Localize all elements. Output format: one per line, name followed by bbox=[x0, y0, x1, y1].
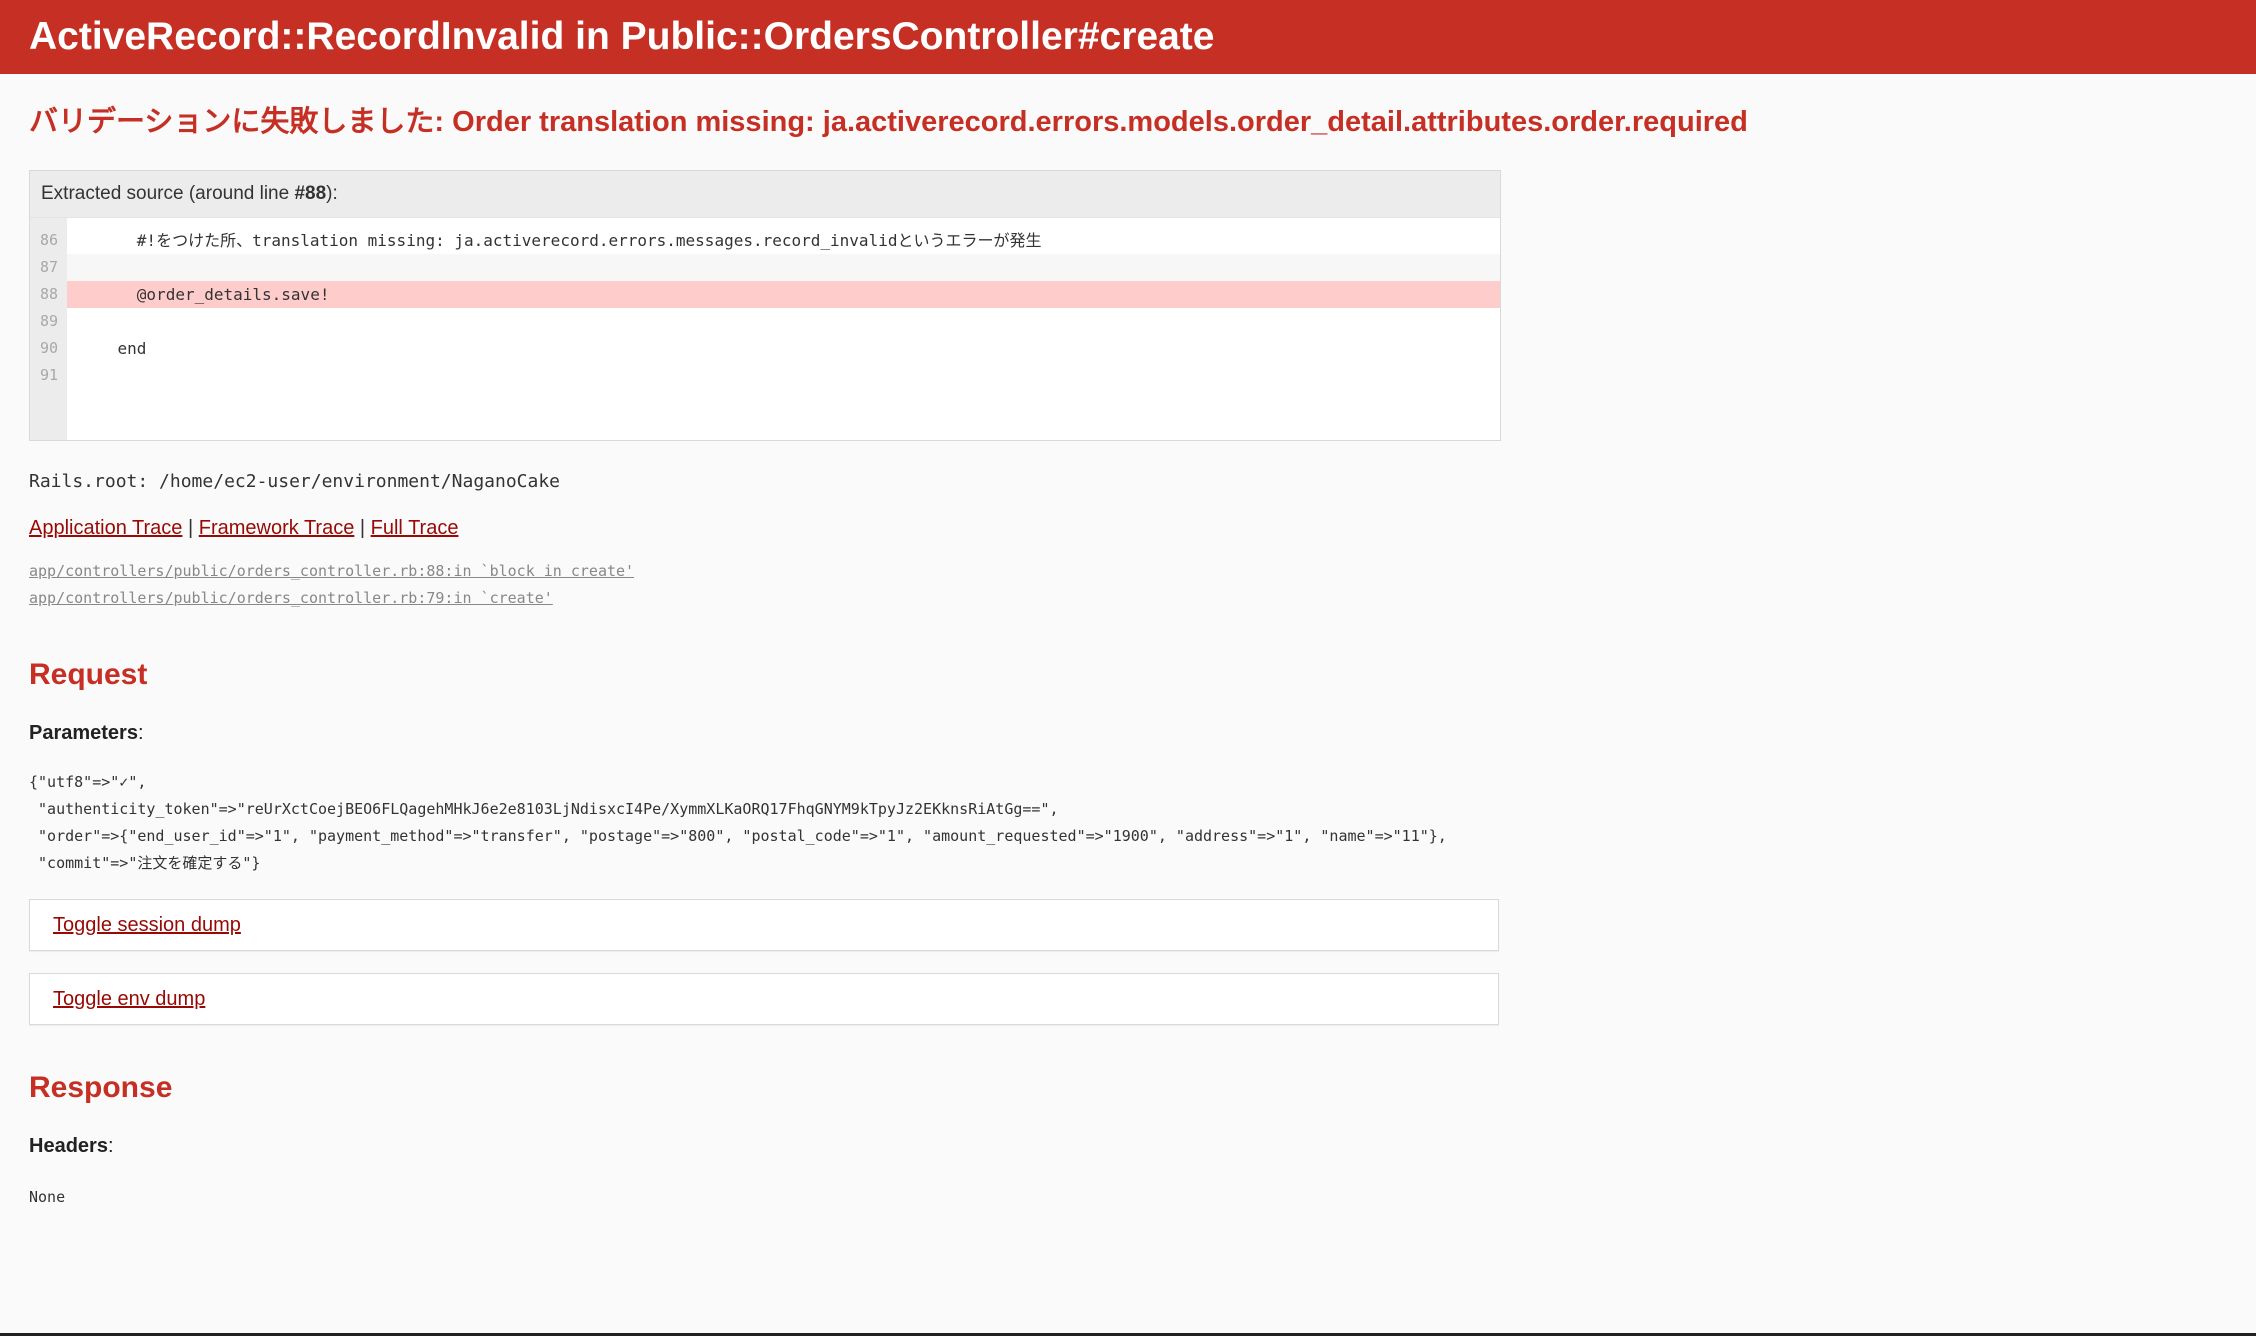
session-dump-box: Toggle session dump bbox=[29, 899, 1499, 951]
exception-message: バリデーションに失敗しました: Order translation missin… bbox=[29, 106, 1748, 138]
rails-root: Rails.root: /home/ec2-user/environment/N… bbox=[29, 471, 561, 492]
source-body: 86 87 88 89 90 91 #!をつけた所、translation mi… bbox=[30, 218, 1500, 440]
line-number: 86 bbox=[40, 231, 59, 249]
trace-item-link[interactable]: app/controllers/public/orders_controller… bbox=[29, 589, 553, 607]
params-line: "commit"=>"注文を確定する"} bbox=[29, 854, 261, 872]
trace-item: app/controllers/public/orders_controller… bbox=[29, 585, 2227, 612]
trace-separator: | bbox=[182, 517, 199, 539]
code-line: end bbox=[79, 339, 147, 358]
params-line: "authenticity_token"=>"reUrXctCoejBEO6FL… bbox=[29, 800, 1059, 818]
source-info-suffix: ): bbox=[326, 183, 338, 204]
toggle-session-dump-link[interactable]: Toggle session dump bbox=[53, 914, 241, 937]
source-info-prefix: Extracted source (around line bbox=[41, 183, 295, 204]
line-number: 87 bbox=[40, 258, 59, 276]
code-lines: #!をつけた所、translation missing: ja.activere… bbox=[67, 218, 1500, 440]
params-line: {"utf8"=>"✓", bbox=[29, 773, 147, 791]
line-number: 89 bbox=[40, 312, 59, 330]
code-line: #!をつけた所、translation missing: ja.activere… bbox=[79, 231, 1042, 250]
headers-label: Headers: bbox=[29, 1135, 114, 1157]
full-trace-link[interactable]: Full Trace bbox=[371, 517, 459, 539]
trace-separator: | bbox=[354, 517, 371, 539]
line-numbers: 86 87 88 89 90 91 bbox=[30, 218, 67, 440]
code-line-highlighted: @order_details.save! bbox=[67, 281, 1500, 308]
code-line bbox=[67, 254, 1500, 281]
env-dump-box: Toggle env dump bbox=[29, 973, 1499, 1025]
line-number: 88 bbox=[40, 285, 59, 303]
parameters-dump: {"utf8"=>"✓", "authenticity_token"=>"reU… bbox=[29, 769, 2227, 877]
params-line: "order"=>{"end_user_id"=>"1", "payment_m… bbox=[29, 827, 1447, 845]
line-number: 90 bbox=[40, 339, 59, 357]
request-heading: Request bbox=[29, 658, 148, 691]
main-content: バリデーションに失敗しました: Order translation missin… bbox=[0, 98, 2256, 1206]
headers-value: None bbox=[29, 1188, 66, 1206]
trace-item-link[interactable]: app/controllers/public/orders_controller… bbox=[29, 562, 634, 580]
source-info-line: #88 bbox=[294, 183, 327, 204]
line-number: 91 bbox=[40, 366, 59, 384]
parameters-label: Parameters: bbox=[29, 722, 144, 744]
extracted-source: Extracted source (around line #88): 86 8… bbox=[29, 170, 1501, 441]
error-header: ActiveRecord::RecordInvalid in Public::O… bbox=[0, 0, 2256, 74]
trace-list: app/controllers/public/orders_controller… bbox=[29, 558, 2227, 612]
headers-label-text: Headers bbox=[29, 1135, 108, 1157]
parameters-label-text: Parameters bbox=[29, 722, 138, 744]
application-trace-link[interactable]: Application Trace bbox=[29, 517, 182, 539]
toggle-env-dump-link[interactable]: Toggle env dump bbox=[53, 988, 205, 1011]
response-heading: Response bbox=[29, 1071, 173, 1104]
trace-item: app/controllers/public/orders_controller… bbox=[29, 558, 2227, 585]
source-info: Extracted source (around line #88): bbox=[30, 171, 1500, 218]
trace-links: Application Trace | Framework Trace | Fu… bbox=[29, 517, 2227, 540]
page-title: ActiveRecord::RecordInvalid in Public::O… bbox=[29, 15, 1215, 58]
framework-trace-link[interactable]: Framework Trace bbox=[199, 517, 355, 539]
